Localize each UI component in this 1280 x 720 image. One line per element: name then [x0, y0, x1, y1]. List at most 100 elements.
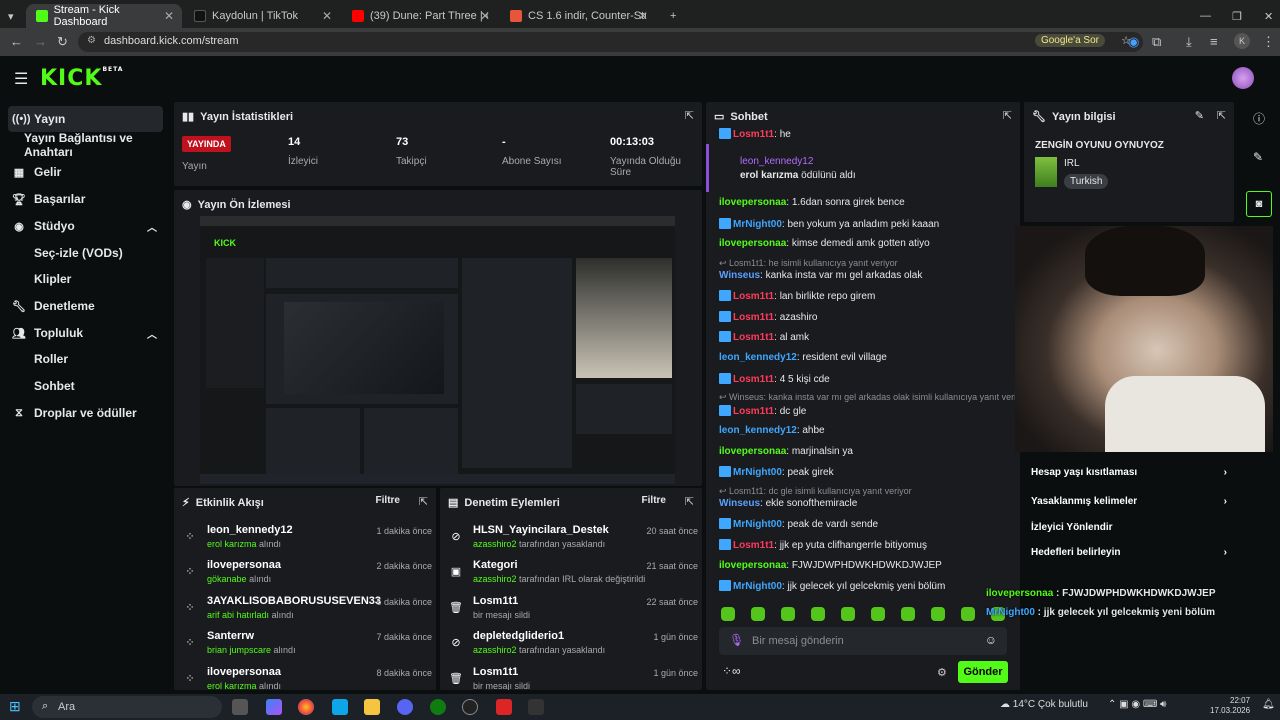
popout-icon[interactable]: ⇱ [685, 495, 694, 508]
sidebar-item-roles[interactable]: Roller [8, 346, 163, 372]
popout-icon[interactable]: ⇱ [419, 495, 428, 508]
emote-icon[interactable] [721, 607, 735, 621]
stream-preview-video[interactable]: KICK [200, 216, 675, 484]
forward-icon[interactable]: → [34, 34, 47, 49]
edit-icon[interactable]: ✎ [1253, 150, 1263, 164]
list-item-name[interactable]: HLSN_Yayincilara_Destek [473, 524, 609, 536]
chat-username[interactable]: leon_kennedy12 [719, 425, 797, 436]
emote-icon[interactable] [871, 607, 885, 621]
list-item-name[interactable]: Santerrw [207, 630, 254, 642]
extension-icon[interactable]: ◉ [1128, 34, 1139, 50]
kick-logo[interactable]: KICKBETA [40, 66, 123, 91]
obs-icon[interactable] [462, 699, 478, 715]
copilot-icon[interactable] [266, 699, 282, 715]
camera-icon[interactable]: ◙ [1246, 191, 1272, 217]
sidebar-item-drops[interactable]: ⧖ Droplar ve ödüller [8, 400, 163, 426]
list-item-name[interactable]: Kategori [473, 559, 518, 571]
sidebar-item-stream[interactable]: ((•)) Yayın [8, 106, 163, 132]
task-view-icon[interactable] [232, 699, 248, 715]
weather-widget[interactable]: ☁ 14°C Çok bulutlu [1000, 699, 1088, 710]
chat-username[interactable]: ilovepersonaa [719, 197, 786, 208]
system-tray-icons[interactable]: ⌃ ▣ ◉ ⌨ 🔊︎ [1108, 699, 1166, 710]
list-item-name[interactable]: Losm1t1 [473, 666, 518, 678]
category-name[interactable]: IRL [1064, 158, 1080, 169]
reload-icon[interactable]: ↻ [57, 34, 68, 50]
site-info-icon[interactable]: ⚙ [87, 35, 96, 46]
chat-username[interactable]: Losm1t1 [733, 540, 774, 551]
microphone-icon[interactable]: 🎙︎ [729, 633, 744, 647]
chat-username[interactable]: Winseus [719, 270, 760, 281]
chat-username[interactable]: leon_kennedy12 [719, 352, 797, 363]
redeem-user[interactable]: leon_kennedy12 [740, 156, 856, 167]
popout-icon[interactable]: ⇱ [1217, 109, 1226, 122]
browser-menu-icon[interactable]: ⋮ [1262, 34, 1275, 50]
emote-icon[interactable] [751, 607, 765, 621]
sidebar-item-stream-key[interactable]: Yayın Bağlantısı ve Anahtarı [8, 131, 178, 159]
emote-icon[interactable] [841, 607, 855, 621]
emote-icon[interactable] [811, 607, 825, 621]
chat-input[interactable]: 🎙︎ Bir mesaj gönderin ☺ [719, 627, 1007, 655]
close-icon[interactable]: ✕ [322, 9, 332, 23]
tab-youtube[interactable]: (39) Dune: Part Three | Official ✕ [342, 4, 498, 28]
windows-start-icon[interactable]: ⊞ [9, 698, 21, 715]
chrome-icon[interactable] [298, 699, 314, 715]
chat-username[interactable]: Losm1t1 [733, 129, 774, 140]
info-icon[interactable]: ⓘ [1253, 110, 1265, 127]
notification-icon[interactable]: 🔔︎ [1262, 699, 1275, 710]
maximize-button[interactable]: ❐ [1222, 4, 1252, 28]
sidebar-item-vods[interactable]: Seç-izle (VODs) [8, 240, 163, 266]
back-icon[interactable]: ← [10, 34, 23, 49]
chat-username[interactable]: MrNight00 [733, 219, 782, 230]
emote-icon[interactable] [781, 607, 795, 621]
popout-icon[interactable]: ⇱ [1003, 109, 1012, 122]
tab-tiktok[interactable]: Kaydolun | TikTok ✕ [184, 4, 340, 28]
url-input[interactable]: ⚙ dashboard.kick.com/stream Google'a Sor… [78, 32, 1143, 52]
link-raid[interactable]: İzleyici Yönlendir [1031, 522, 1227, 533]
chat-username[interactable]: ilovepersonaa [719, 238, 786, 249]
file-explorer-icon[interactable] [364, 699, 380, 715]
list-item-name[interactable]: ilovepersonaa [207, 559, 281, 571]
taskbar-search[interactable]: ⌕ Ara [32, 696, 222, 718]
sidebar-item-clips[interactable]: Klipler [8, 266, 163, 292]
link-account-age[interactable]: Hesap yaşı kısıtlaması › [1031, 467, 1227, 478]
link-goals[interactable]: Hedefleri belirleyin › [1031, 547, 1227, 558]
list-item-name[interactable]: ilovepersonaa [207, 666, 281, 678]
sidebar-item-community[interactable]: 👥︎ Topluluk ︿ [8, 320, 163, 346]
chat-username[interactable]: Losm1t1 [733, 312, 774, 323]
sidebar-item-moderation[interactable]: 🔧︎ Denetleme [8, 293, 163, 319]
window-close-button[interactable]: ✕ [1254, 4, 1280, 28]
vscode-icon[interactable] [332, 699, 348, 715]
chat-username[interactable]: ilovepersonaa [719, 560, 786, 571]
google-ask-button[interactable]: Google'a Sor [1034, 34, 1105, 47]
send-button[interactable]: Gönder [958, 661, 1008, 683]
chat-username[interactable]: Losm1t1 [733, 291, 774, 302]
reading-list-icon[interactable]: ≡ [1210, 34, 1218, 49]
list-item-name[interactable]: leon_kennedy12 [207, 524, 293, 536]
user-avatar[interactable] [1232, 67, 1254, 89]
clock[interactable]: 22:07 17.03.2026 [1210, 696, 1250, 716]
new-tab-button[interactable]: + [660, 4, 686, 28]
link-banned-words[interactable]: Yasaklanmış kelimeler › [1031, 496, 1227, 507]
emote-icon[interactable] [961, 607, 975, 621]
discord-icon[interactable] [397, 699, 413, 715]
sidebar-item-studio[interactable]: ◉ Stüdyo ︿ [8, 213, 163, 239]
filter-button[interactable]: Filtre [376, 495, 400, 506]
popout-icon[interactable]: ⇱ [685, 109, 694, 122]
hamburger-menu-icon[interactable]: ☰ [14, 69, 28, 89]
list-item-name[interactable]: Losm1t1 [473, 595, 518, 607]
edit-icon[interactable]: ✎ [1195, 109, 1204, 122]
chat-username[interactable]: Winseus [719, 498, 760, 509]
close-icon[interactable]: ✕ [638, 9, 648, 23]
profile-avatar[interactable]: K [1234, 33, 1250, 49]
emoji-icon[interactable]: ☺ [985, 633, 997, 647]
chat-username[interactable]: Losm1t1 [733, 332, 774, 343]
close-icon[interactable]: ✕ [480, 9, 490, 23]
gear-icon[interactable]: ⚙ [937, 666, 947, 679]
points-icon[interactable]: ⁘∞ [722, 664, 741, 678]
extensions-puzzle-icon[interactable]: ⧉ [1152, 34, 1161, 50]
tab-kick-dashboard[interactable]: Stream - Kick Dashboard ✕ [26, 4, 182, 28]
chat-username[interactable]: Losm1t1 [733, 406, 774, 417]
chat-username[interactable]: MrNight00 [733, 581, 782, 592]
tab-cs16[interactable]: CS 1.6 indir, Counter-Strike 1.6 ✕ [500, 4, 656, 28]
filter-button[interactable]: Filtre [642, 495, 666, 506]
